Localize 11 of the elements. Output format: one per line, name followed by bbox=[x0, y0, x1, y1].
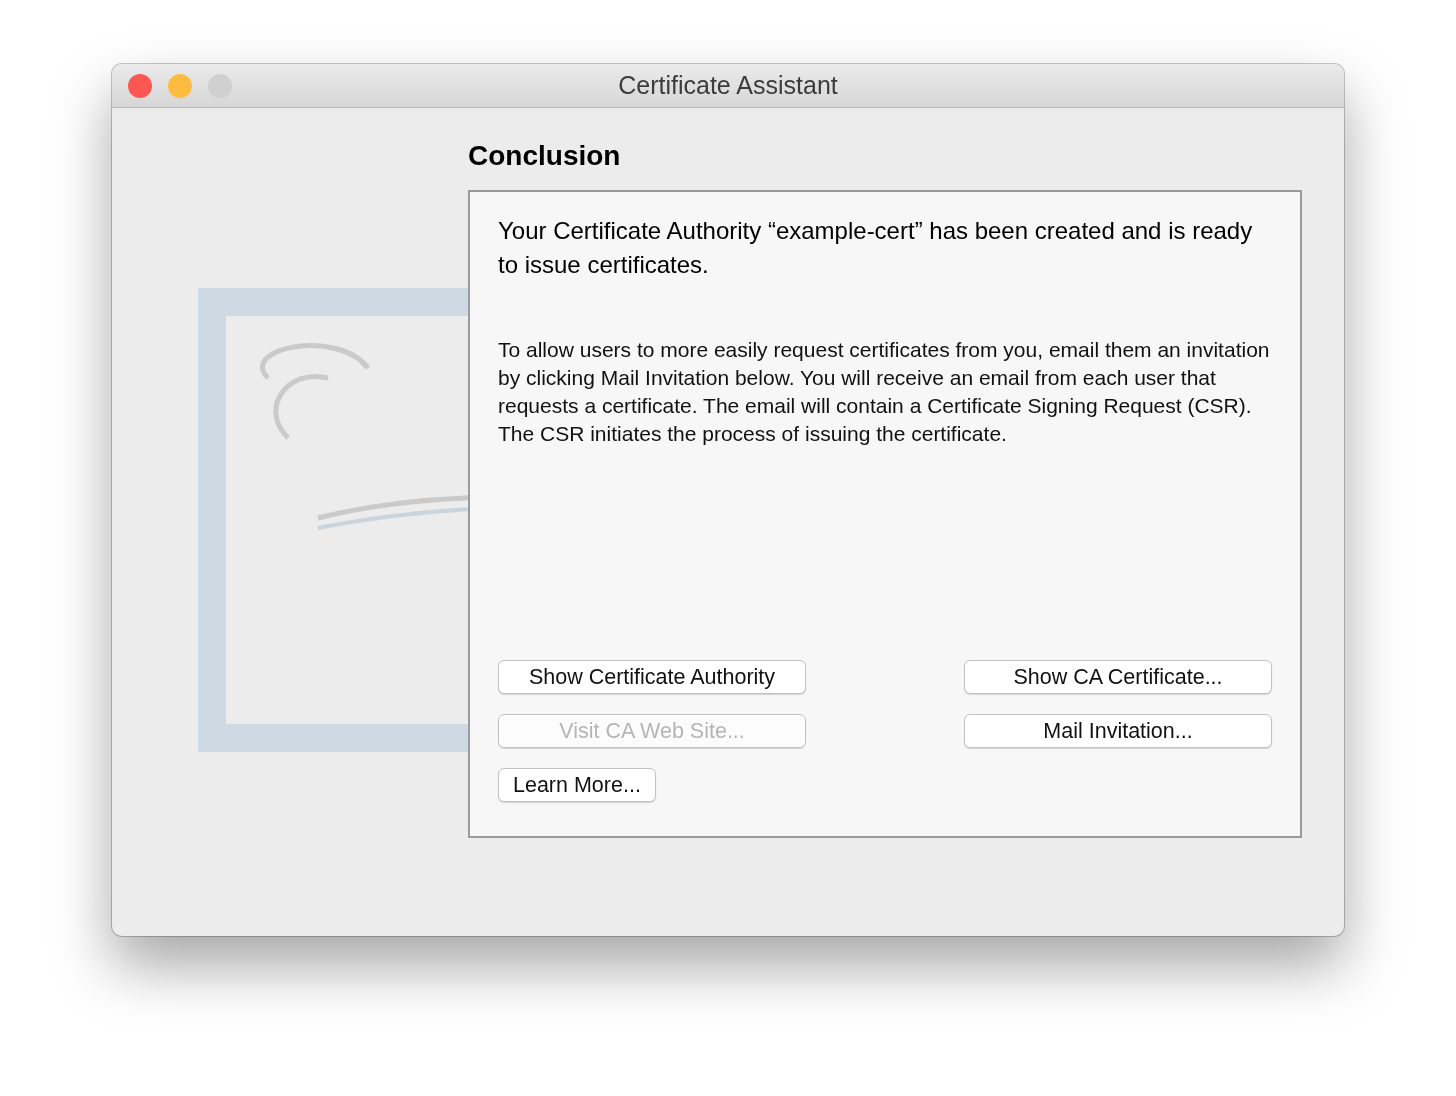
message-text: Your Certificate Authority “example-cert” has been created and is ready to issue certificates. bbox=[498, 216, 1254, 280]
action-button[interactable]: Mail Invitation... bbox=[964, 714, 1272, 748]
action-button[interactable]: Show Certificate Authority bbox=[498, 660, 806, 694]
minimize-icon[interactable] bbox=[168, 73, 192, 98]
page-heading: Conclusion bbox=[468, 139, 622, 173]
description-text: To allow users to more easily request certificates from you, email them an invitation by clicking Mail Invitation below. You will receive an email from each user that requests a certificate. The email will contain a Certificate Signing Request (CSR). The CSR initiates the process of issuing the certificate. bbox=[498, 337, 1271, 447]
window-title: Certificate Assistant bbox=[618, 71, 838, 100]
action-button[interactable]: Show CA Certificate... bbox=[964, 660, 1272, 694]
zoom-icon[interactable] bbox=[208, 73, 232, 98]
action-button[interactable]: Learn More... bbox=[498, 768, 656, 802]
close-icon[interactable] bbox=[128, 73, 152, 98]
